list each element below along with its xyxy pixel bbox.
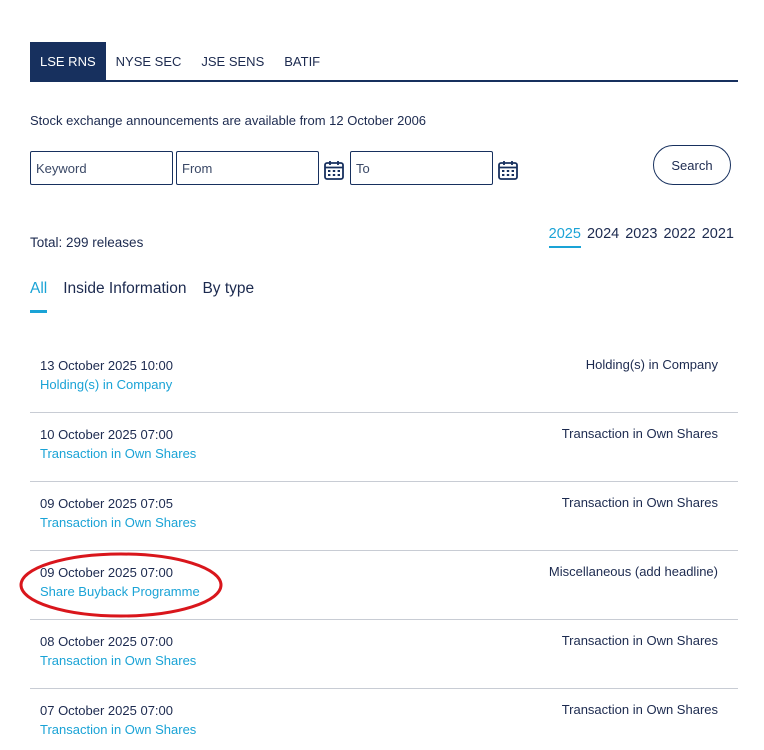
- tab-nyse-sec[interactable]: NYSE SEC: [106, 42, 192, 80]
- search-button[interactable]: Search: [653, 145, 731, 185]
- release-type: Transaction in Own Shares: [561, 633, 718, 648]
- keyword-input[interactable]: [30, 151, 173, 185]
- release-link[interactable]: Transaction in Own Shares: [40, 722, 196, 737]
- filter-inside-information[interactable]: Inside Information: [63, 280, 186, 313]
- list-item: 13 October 2025 10:00 Holding(s) in Comp…: [30, 344, 738, 413]
- total-releases: Total: 299 releases: [30, 235, 144, 250]
- release-link[interactable]: Holding(s) in Company: [40, 377, 172, 392]
- release-date: 10 October 2025 07:00: [40, 427, 173, 442]
- release-type: Transaction in Own Shares: [561, 426, 718, 441]
- from-date-input[interactable]: [176, 151, 319, 185]
- list-item: 08 October 2025 07:00 Transaction in Own…: [30, 620, 738, 689]
- from-calendar-icon[interactable]: [323, 159, 345, 181]
- to-date-input[interactable]: [350, 151, 493, 185]
- availability-notice: Stock exchange announcements are availab…: [30, 113, 427, 128]
- release-date: 08 October 2025 07:00: [40, 634, 173, 649]
- tab-lse-rns[interactable]: LSE RNS: [30, 42, 106, 80]
- list-item: 09 October 2025 07:05 Transaction in Own…: [30, 482, 738, 551]
- year-2025[interactable]: 2025: [548, 226, 581, 248]
- release-date: 13 October 2025 10:00: [40, 358, 173, 373]
- filter-all[interactable]: All: [30, 280, 48, 313]
- release-link[interactable]: Transaction in Own Shares: [40, 515, 196, 530]
- release-type: Holding(s) in Company: [585, 357, 718, 372]
- year-2024[interactable]: 2024: [587, 226, 619, 248]
- year-2022[interactable]: 2022: [663, 226, 695, 248]
- year-selector: 2025 2024 2023 2022 2021: [548, 226, 734, 248]
- release-link[interactable]: Share Buyback Programme: [40, 584, 200, 599]
- release-date: 09 October 2025 07:00: [40, 565, 173, 580]
- release-type: Transaction in Own Shares: [561, 702, 718, 717]
- tab-batif[interactable]: BATIF: [274, 42, 330, 80]
- exchange-tabs: LSE RNS NYSE SEC JSE SENS BATIF: [30, 42, 738, 82]
- list-item: 10 October 2025 07:00 Transaction in Own…: [30, 413, 738, 482]
- release-link[interactable]: Transaction in Own Shares: [40, 446, 196, 461]
- release-type: Transaction in Own Shares: [561, 495, 718, 510]
- year-2021[interactable]: 2021: [702, 226, 734, 248]
- tab-jse-sens[interactable]: JSE SENS: [191, 42, 274, 80]
- list-item: 09 October 2025 07:00 Share Buyback Prog…: [30, 551, 738, 620]
- release-link[interactable]: Transaction in Own Shares: [40, 653, 196, 668]
- release-type: Miscellaneous (add headline): [548, 564, 718, 579]
- list-item: 07 October 2025 07:00 Transaction in Own…: [30, 689, 738, 750]
- release-date: 07 October 2025 07:00: [40, 703, 173, 718]
- category-filters: All Inside Information By type: [30, 280, 254, 313]
- to-calendar-icon[interactable]: [497, 159, 519, 181]
- filter-by-type[interactable]: By type: [202, 280, 254, 313]
- release-date: 09 October 2025 07:05: [40, 496, 173, 511]
- releases-list: 13 October 2025 10:00 Holding(s) in Comp…: [30, 344, 738, 750]
- year-2023[interactable]: 2023: [625, 226, 657, 248]
